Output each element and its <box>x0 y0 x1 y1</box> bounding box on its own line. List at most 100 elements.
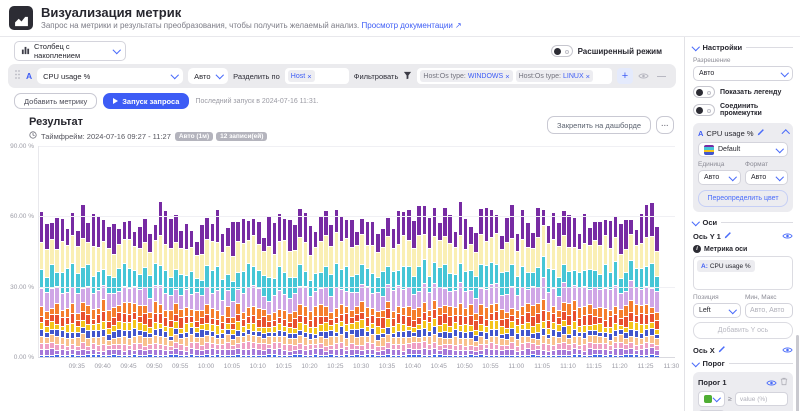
filter-chip[interactable]: Host:Os type: WINDOWS× <box>420 70 512 82</box>
pin-to-dashboard-button[interactable]: Закрепить на дашборде <box>547 116 651 134</box>
bar-segment <box>304 325 308 332</box>
add-metric-button[interactable]: Добавить метрику <box>14 93 97 109</box>
threshold-color-select[interactable] <box>698 391 725 407</box>
resolution-select[interactable]: Авто <box>693 66 793 81</box>
position-select[interactable]: Left <box>693 303 741 318</box>
bar-segment <box>510 205 514 239</box>
bar-segment <box>547 352 551 355</box>
bar-column[interactable] <box>654 227 659 357</box>
bar-segment <box>557 356 561 357</box>
bar-segment <box>355 322 359 329</box>
chevron-down-icon <box>112 46 120 54</box>
bar-segment <box>174 322 178 327</box>
bar-segment <box>552 240 556 269</box>
bar-segment <box>211 224 215 241</box>
override-color-button[interactable]: Переопределить цвет <box>698 190 788 207</box>
settings-section-header[interactable]: Настройки <box>693 43 793 52</box>
bar-segment <box>319 325 323 332</box>
bar-segment <box>231 222 235 255</box>
bar-segment <box>598 308 602 317</box>
result-buttons: Закрепить на дашборде ··· <box>547 116 674 134</box>
bar-segment <box>371 294 375 308</box>
filter-input[interactable]: Host:Os type: WINDOWS× Host:Os type: LINU… <box>417 68 612 84</box>
format-select[interactable]: Авто <box>745 170 788 185</box>
funnel-icon <box>403 67 412 85</box>
run-query-button[interactable]: Запуск запроса <box>103 93 189 109</box>
add-y-axis-button[interactable]: Добавить Y ось <box>693 322 793 339</box>
bar-segment <box>226 330 230 334</box>
threshold-section-title: Порог <box>703 359 725 368</box>
advanced-mode-toggle[interactable] <box>551 45 573 57</box>
close-icon[interactable]: × <box>586 72 590 81</box>
bar-segment <box>257 222 261 244</box>
edit-pencil-icon[interactable] <box>718 345 726 355</box>
bar-segment <box>614 343 618 349</box>
bar-segment <box>635 230 639 245</box>
threshold-value-input[interactable] <box>735 392 788 406</box>
bar-segment <box>428 345 432 349</box>
split-by-input[interactable]: Host× <box>285 68 349 84</box>
bar-segment <box>50 335 54 342</box>
threshold-visibility-icon[interactable] <box>766 379 777 387</box>
bar-segment <box>200 351 204 355</box>
bar-segment <box>433 355 437 357</box>
bar-segment <box>443 345 447 348</box>
y-axis-visibility-icon[interactable] <box>782 232 793 240</box>
threshold-section-header[interactable]: Порог <box>693 359 793 368</box>
bar-segment <box>604 309 608 320</box>
bar-segment <box>474 336 478 340</box>
page-title: Визуализация метрик <box>41 6 462 19</box>
bar-segment <box>112 345 116 350</box>
hide-query-icon[interactable] <box>638 72 649 80</box>
axes-section-header[interactable]: Оси <box>693 218 793 227</box>
delete-threshold-icon[interactable] <box>780 377 788 388</box>
toggle-switch[interactable] <box>693 86 715 98</box>
metric-axis-box[interactable]: A: CPU usage % <box>693 256 793 290</box>
bar-segment <box>128 221 132 239</box>
toggle-switch[interactable] <box>693 104 715 116</box>
bar-segment <box>474 314 478 319</box>
x-axis-tick-label: 10:25 <box>327 363 343 370</box>
more-menu-button[interactable]: ··· <box>656 116 674 134</box>
bar-segment <box>371 309 375 315</box>
bar-segment <box>164 332 168 338</box>
add-filter-button[interactable]: + <box>617 68 633 84</box>
remove-query-icon[interactable]: — <box>657 71 666 81</box>
close-icon[interactable]: × <box>307 72 311 81</box>
downsample-select[interactable]: Авто <box>188 68 228 84</box>
bar-segment <box>123 240 127 263</box>
filter-chip[interactable]: Host× <box>288 70 315 82</box>
bar-segment <box>345 325 349 332</box>
bar-segment <box>376 234 380 252</box>
x-axis-visibility-icon[interactable] <box>782 346 793 354</box>
bar-segment <box>448 339 452 344</box>
close-icon[interactable]: × <box>505 72 509 81</box>
bar-segment <box>490 210 494 238</box>
edit-pencil-icon[interactable] <box>757 128 765 138</box>
bar-segment <box>423 235 427 259</box>
unit-select[interactable]: Авто <box>698 170 741 185</box>
bar-segment <box>464 347 468 350</box>
bar-segment <box>490 337 494 342</box>
bar-segment <box>371 344 375 349</box>
bar-segment <box>138 323 142 331</box>
minmax-input[interactable] <box>745 303 793 318</box>
bar-segment <box>593 331 597 335</box>
bar-segment <box>516 352 520 355</box>
drag-handle-icon[interactable] <box>14 67 21 85</box>
bar-segment <box>510 287 514 307</box>
metric-select[interactable]: CPU usage % <box>37 68 183 84</box>
filter-chip[interactable]: Host:Os type: LINUX× <box>516 70 593 82</box>
bar-segment <box>211 337 215 344</box>
chart-type-select[interactable]: Столбец с накоплением <box>14 41 126 61</box>
bar-segment <box>640 334 644 338</box>
doc-link[interactable]: Просмотр документации <box>362 21 453 30</box>
bar-segment <box>438 288 442 307</box>
bar-segment <box>428 356 432 357</box>
edit-pencil-icon[interactable] <box>724 231 732 241</box>
sidebar-scrollbar[interactable] <box>796 335 799 411</box>
collapse-card-icon[interactable] <box>781 130 789 138</box>
bar-segment <box>45 224 49 249</box>
palette-select[interactable]: Default <box>698 142 788 157</box>
bar-segment <box>102 345 106 351</box>
